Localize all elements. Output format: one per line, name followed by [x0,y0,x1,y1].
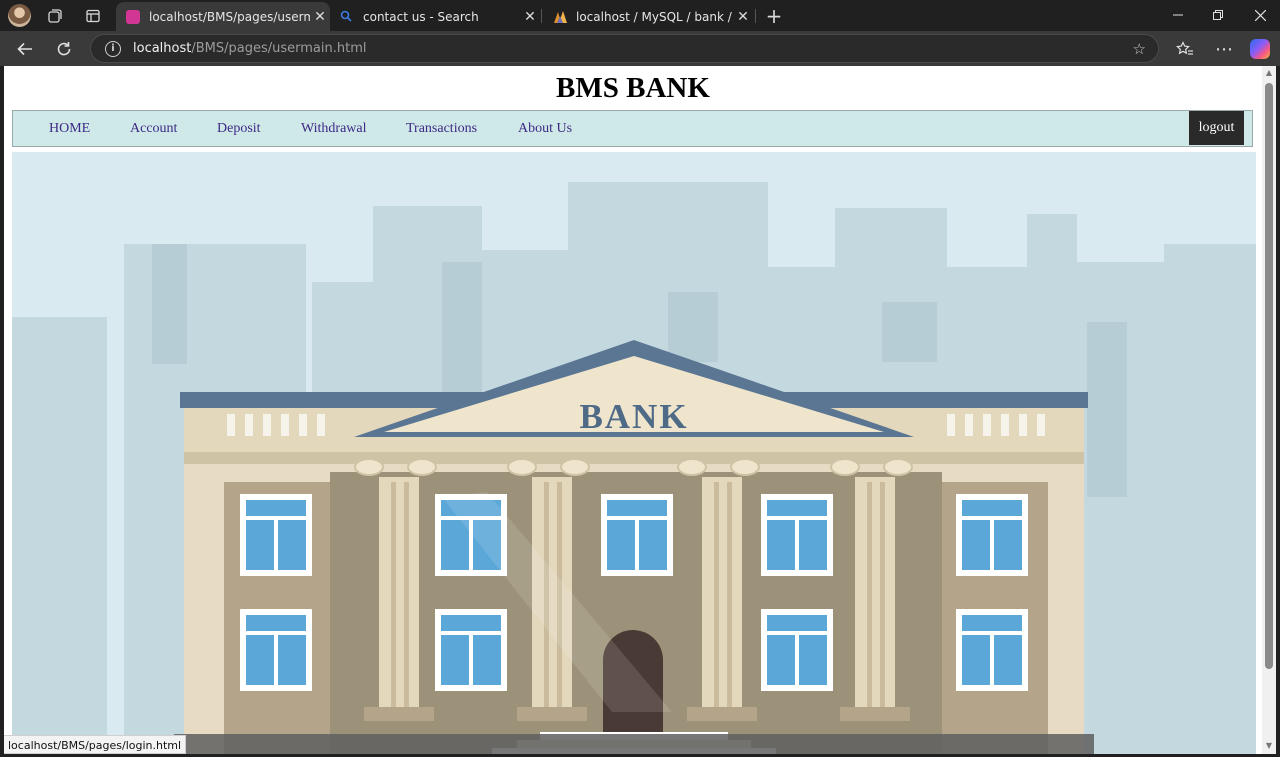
tab-search[interactable]: contact us - Search ✕ [330,2,540,31]
page-viewport: BMS BANK HOME Account Deposit Withdrawal… [4,66,1262,754]
address-bar[interactable]: i localhost/BMS/pages/usermain.html ☆ [90,34,1159,63]
close-window-icon[interactable] [1240,3,1280,27]
close-tab-icon[interactable]: ✕ [310,9,330,25]
search-icon [340,10,354,24]
new-tab-icon[interactable]: + [762,4,786,28]
nav-account-link[interactable]: Account [130,121,177,137]
close-tab-icon[interactable]: ✕ [520,9,540,25]
reload-icon[interactable] [51,36,77,62]
status-link-preview: localhost/BMS/pages/login.html [4,735,187,754]
nav-about-link[interactable]: About Us [518,121,572,137]
nav-deposit-link[interactable]: Deposit [217,121,261,137]
workspaces-icon[interactable] [43,4,67,28]
tab-title: localhost / MySQL / bank / querie [576,9,733,24]
browser-toolbar: i localhost/BMS/pages/usermain.html ☆ ⋯ [0,31,1280,66]
main-navbar: HOME Account Deposit Withdrawal Transact… [12,110,1253,147]
tab-title: contact us - Search [363,9,479,24]
url-host: localhost [133,41,192,56]
tab-usermain[interactable]: localhost/BMS/pages/usermain.ht ✕ [116,2,330,31]
site-info-icon[interactable]: i [105,40,121,57]
scrollbar-thumb[interactable] [1265,83,1273,669]
scroll-up-icon[interactable]: ▲ [1265,69,1273,77]
url-path: /BMS/pages/usermain.html [191,41,367,56]
logout-button[interactable]: logout [1189,111,1244,145]
tab-bar: localhost/BMS/pages/usermain.ht ✕ contac… [0,0,1280,31]
site-favicon-icon [126,9,140,24]
page-title: BMS BANK [556,72,710,104]
more-options-icon[interactable]: ⋯ [1211,36,1237,62]
profile-avatar[interactable] [8,4,31,27]
tab-title: localhost/BMS/pages/usermain.ht [149,9,310,24]
minimize-icon[interactable] [1158,3,1198,27]
bank-building-illustration: BANK [12,152,1256,754]
nav-transactions-link[interactable]: Transactions [406,121,477,137]
restore-icon[interactable] [1198,3,1238,27]
nav-withdrawal-link[interactable]: Withdrawal [301,121,367,137]
favorite-star-icon[interactable]: ☆ [1133,40,1146,58]
phpmyadmin-icon [553,10,567,24]
scroll-down-icon[interactable]: ▼ [1265,742,1273,750]
vertical-tabs-icon[interactable] [81,4,105,28]
close-tab-icon[interactable]: ✕ [733,9,753,25]
copilot-icon[interactable] [1250,39,1270,59]
tab-phpmyadmin[interactable]: localhost / MySQL / bank / querie ✕ [543,2,753,31]
nav-home-link[interactable]: HOME [49,121,90,137]
favorites-icon[interactable] [1172,36,1198,62]
page-scrollbar[interactable]: ▲ ▼ [1262,66,1276,754]
bank-sign-text: BANK [579,397,688,436]
back-arrow-icon[interactable] [12,36,38,62]
